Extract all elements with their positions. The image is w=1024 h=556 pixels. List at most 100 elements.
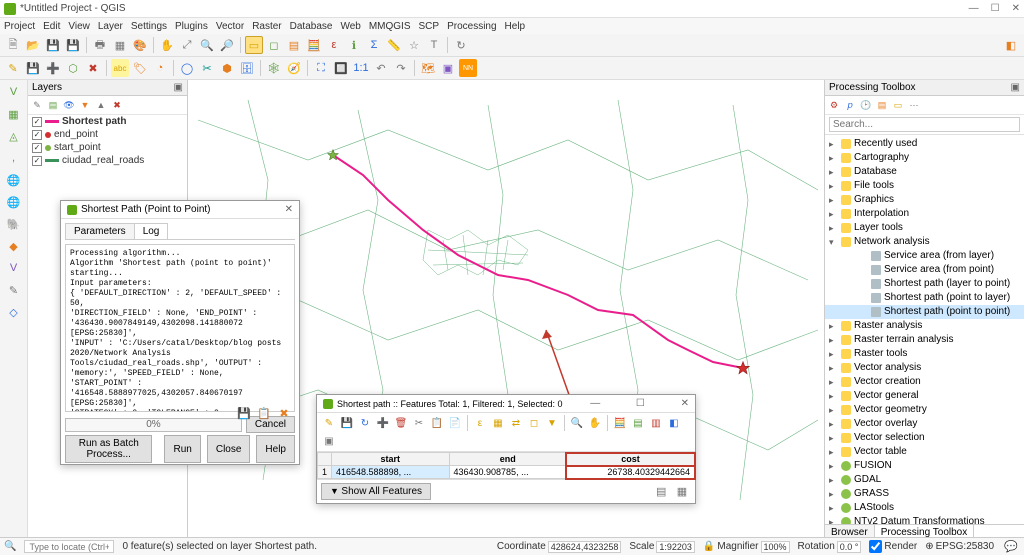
tree-item[interactable]: ▸Vector selection bbox=[825, 431, 1024, 445]
zoom-native-icon[interactable]: 1:1 bbox=[352, 59, 370, 77]
tree-item[interactable]: ▸Vector overlay bbox=[825, 417, 1024, 431]
save-log-icon[interactable]: 💾 bbox=[235, 404, 253, 422]
remove-layer-icon[interactable]: ✖ bbox=[110, 98, 124, 112]
copy-icon[interactable]: 📋 bbox=[429, 415, 445, 431]
expand-icon[interactable]: ▸ bbox=[829, 361, 838, 375]
expand-icon[interactable]: ▸ bbox=[829, 389, 838, 403]
minimize-button[interactable]: — bbox=[969, 3, 979, 14]
expand-icon[interactable]: ▸ bbox=[829, 221, 838, 235]
expand-icon[interactable]: ▸ bbox=[829, 431, 838, 445]
clip-icon[interactable]: ✂ bbox=[198, 59, 216, 77]
select-expr-icon[interactable]: ε bbox=[472, 415, 488, 431]
batch-button[interactable]: Run as Batch Process... bbox=[65, 435, 152, 463]
mag-value[interactable]: 100% bbox=[761, 541, 790, 553]
delete-feature-icon[interactable]: 🗑 bbox=[393, 415, 409, 431]
menu-layer[interactable]: Layer bbox=[98, 21, 123, 32]
label-abc-icon[interactable]: abc bbox=[111, 59, 129, 77]
zoom-out-icon[interactable]: 🔎 bbox=[218, 36, 236, 54]
tree-item[interactable]: ▸Graphics bbox=[825, 193, 1024, 207]
messages-icon[interactable]: 💬 bbox=[1002, 538, 1020, 556]
expand-icon[interactable]: ▸ bbox=[829, 445, 838, 459]
print-layout-icon[interactable]: 🖶 bbox=[91, 36, 109, 54]
copy-log-icon[interactable]: 📋 bbox=[255, 404, 273, 422]
add-feature-icon[interactable]: ➕ bbox=[44, 59, 62, 77]
tree-item[interactable]: ▸Layer tools bbox=[825, 221, 1024, 235]
menu-web[interactable]: Web bbox=[340, 21, 360, 32]
expand-icon[interactable]: ▸ bbox=[829, 487, 838, 501]
network-icon[interactable]: 🕸 bbox=[265, 59, 283, 77]
new-project-icon[interactable]: 🗎 bbox=[4, 36, 22, 54]
layer-start-point[interactable]: ✓ start_point bbox=[28, 141, 187, 154]
table-view-icon[interactable]: ▦ bbox=[673, 482, 691, 500]
menu-raster[interactable]: Raster bbox=[252, 21, 281, 32]
cond-format-icon[interactable]: ◧ bbox=[666, 415, 682, 431]
filter-sel-icon[interactable]: ▼ bbox=[544, 415, 560, 431]
stats-icon[interactable]: Σ bbox=[365, 36, 383, 54]
tree-item[interactable]: ▸Vector analysis bbox=[825, 361, 1024, 375]
dialog-close-icon[interactable]: ✕ bbox=[285, 204, 293, 215]
menu-mmqgis[interactable]: MMQGIS bbox=[369, 21, 411, 32]
tree-item[interactable]: ▸NTv2 Datum Transformations bbox=[825, 515, 1024, 524]
log-output[interactable]: Processing algorithm... Algorithm 'Short… bbox=[65, 244, 295, 412]
maximize-button[interactable]: ☐ bbox=[991, 3, 1000, 14]
expand-icon[interactable]: ▾ bbox=[829, 235, 838, 249]
diagram-icon[interactable]: ◔ bbox=[151, 59, 169, 77]
form-view-icon[interactable]: ▤ bbox=[652, 482, 670, 500]
new-map-icon[interactable]: 🗺 bbox=[419, 59, 437, 77]
crs-value[interactable]: EPSG:25830 bbox=[936, 541, 994, 552]
tree-item[interactable]: ▸Raster tools bbox=[825, 347, 1024, 361]
tree-item[interactable]: ▸FUSION bbox=[825, 459, 1024, 473]
tree-item[interactable]: Shortest path (layer to point) bbox=[825, 277, 1024, 291]
col-cost[interactable]: cost bbox=[566, 453, 694, 466]
add-virtual-icon[interactable]: V bbox=[4, 258, 24, 278]
menu-project[interactable]: Project bbox=[4, 21, 35, 32]
menu-help[interactable]: Help bbox=[505, 21, 526, 32]
toolbox-options-icon[interactable]: ⋯ bbox=[907, 98, 921, 112]
db-manager-icon[interactable]: 🗄 bbox=[238, 59, 256, 77]
layer-check[interactable]: ✓ bbox=[32, 130, 42, 140]
menu-vector[interactable]: Vector bbox=[216, 21, 244, 32]
expand-icon[interactable]: ▸ bbox=[829, 347, 838, 361]
edit-toggle-icon[interactable]: ✎ bbox=[4, 59, 22, 77]
rot-value[interactable]: 0.0 ° bbox=[837, 541, 862, 553]
collapse-icon[interactable]: ▲ bbox=[94, 98, 108, 112]
expand-icon[interactable]: ▸ bbox=[829, 515, 838, 524]
select-all-icon[interactable]: ▦ bbox=[490, 415, 506, 431]
layer-end-point[interactable]: ✓ end_point bbox=[28, 128, 187, 141]
tree-item[interactable]: ▸Vector table bbox=[825, 445, 1024, 459]
bookmark-icon[interactable]: ☆ bbox=[405, 36, 423, 54]
refresh-icon[interactable]: ↻ bbox=[452, 36, 470, 54]
layer-style-icon[interactable]: ✎ bbox=[30, 98, 44, 112]
expand-icon[interactable]: ▸ bbox=[829, 473, 838, 487]
expand-icon[interactable]: ▸ bbox=[829, 459, 838, 473]
expand-icon[interactable]: ▸ bbox=[829, 207, 838, 221]
new-field-icon[interactable]: ▤ bbox=[630, 415, 646, 431]
expand-icon[interactable]: ▸ bbox=[829, 375, 838, 389]
table-row[interactable]: 1 416548.588898, ... 436430.908785, ... … bbox=[318, 466, 695, 479]
tree-item[interactable]: ▾Network analysis bbox=[825, 235, 1024, 249]
tree-item[interactable]: ▸Interpolation bbox=[825, 207, 1024, 221]
coord-value[interactable]: 428624,4323258 bbox=[548, 541, 622, 553]
layer-roads[interactable]: ✓ ciudad_real_roads bbox=[28, 154, 187, 167]
tree-item[interactable]: ▸GDAL bbox=[825, 473, 1024, 487]
measure-icon[interactable]: 📏 bbox=[385, 36, 403, 54]
expand-icon[interactable]: ▸ bbox=[829, 193, 838, 207]
toolbox-search[interactable] bbox=[829, 117, 1020, 132]
filter-legend-icon[interactable]: 👁 bbox=[62, 98, 76, 112]
menu-plugins[interactable]: Plugins bbox=[175, 21, 208, 32]
attr-max-icon[interactable]: ☐ bbox=[636, 398, 645, 409]
attribute-table[interactable]: start end cost 1 416548.588898, ... 4364… bbox=[317, 452, 695, 479]
tree-item[interactable]: ▸Vector geometry bbox=[825, 403, 1024, 417]
add-raster-icon[interactable]: ▦ bbox=[4, 104, 24, 124]
layer-check[interactable]: ✓ bbox=[32, 117, 42, 127]
locator-input[interactable] bbox=[24, 540, 114, 553]
add-csv-icon[interactable]: , bbox=[4, 148, 24, 168]
pan-sel-icon[interactable]: ✋ bbox=[587, 415, 603, 431]
add-vector-icon[interactable]: V bbox=[4, 82, 24, 102]
edit-pencil-icon[interactable]: ✎ bbox=[321, 415, 337, 431]
cut-icon[interactable]: ✂ bbox=[411, 415, 427, 431]
save-as-icon[interactable]: 💾 bbox=[64, 36, 82, 54]
add-feature-icon[interactable]: ➕ bbox=[375, 415, 391, 431]
tree-item[interactable]: ▸Database bbox=[825, 165, 1024, 179]
dissolve-icon[interactable]: ⬢ bbox=[218, 59, 236, 77]
